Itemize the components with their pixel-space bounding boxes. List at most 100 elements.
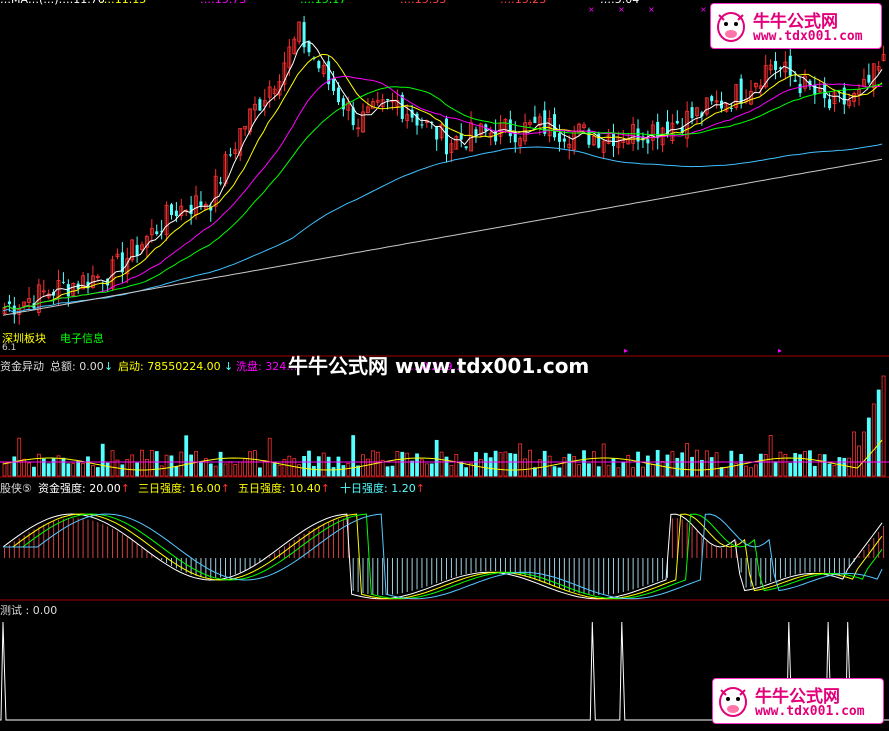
fund-bar xyxy=(336,456,341,477)
fund-bar xyxy=(46,463,51,477)
fund-bar xyxy=(803,451,807,477)
fund-bar xyxy=(76,460,81,477)
fund-bar xyxy=(174,466,179,477)
fund-bar xyxy=(483,452,488,477)
fund-bar xyxy=(32,466,36,477)
fund-bar xyxy=(699,459,704,477)
fund-bar xyxy=(238,461,243,477)
candle-body xyxy=(199,201,203,206)
fund-bar xyxy=(498,452,503,477)
fund-bar xyxy=(243,458,248,477)
candle-body xyxy=(533,116,537,124)
fund-bar xyxy=(233,464,238,477)
fund-bar xyxy=(606,464,611,477)
fund-bar xyxy=(27,462,31,477)
signal-arrow-marker: ▸ xyxy=(624,346,628,355)
fund-bar xyxy=(587,463,591,477)
candle-body xyxy=(788,55,792,76)
fund-bar xyxy=(199,461,203,477)
fund-total-label: 总额: 0.00 xyxy=(50,360,104,373)
fund-bar xyxy=(582,450,586,477)
fund-bar xyxy=(149,449,154,477)
fund-bar xyxy=(621,461,626,477)
corner-value: 6.1 xyxy=(2,343,17,353)
fund-bar xyxy=(518,443,523,477)
fund-bar xyxy=(331,467,336,477)
candle-body xyxy=(336,87,340,103)
up-arrow-icon: ↑ xyxy=(120,482,130,495)
fund-bar xyxy=(611,458,616,477)
fund-bar xyxy=(66,463,71,477)
fund-bar xyxy=(7,462,12,477)
fund-bar xyxy=(778,451,783,477)
fund-bar xyxy=(808,450,812,477)
fund-bar xyxy=(577,464,581,477)
candle-body xyxy=(258,99,262,111)
candle-body xyxy=(66,284,70,297)
candle-body xyxy=(61,281,65,283)
logo-url: www.tdx001.com xyxy=(755,704,865,719)
strength-item: 资金强度: 20.00↑ xyxy=(38,482,130,495)
candle-body xyxy=(690,107,694,119)
fund-bar xyxy=(454,454,459,477)
fund-bar xyxy=(680,452,685,477)
candle-body xyxy=(828,99,832,109)
fund-bar xyxy=(169,455,174,477)
fund-bar xyxy=(184,435,189,477)
fund-bar xyxy=(253,450,257,477)
fund-bar xyxy=(842,457,847,477)
fund-bar xyxy=(812,465,817,477)
fund-bar xyxy=(400,451,405,477)
fund-bar xyxy=(724,467,729,477)
fund-bar xyxy=(140,449,144,477)
fund-bar xyxy=(881,375,886,477)
strength-panel-title: 股侠⑤ xyxy=(0,482,32,495)
ma10-line xyxy=(2,53,883,310)
logo-watermark-top: 牛牛公式网 www.tdx001.com xyxy=(710,3,882,49)
fund-bar xyxy=(105,462,110,477)
fund-bar xyxy=(714,452,719,477)
ma20-line xyxy=(2,75,883,310)
candle-body xyxy=(135,244,139,256)
fund-bar xyxy=(95,467,100,477)
fund-bar xyxy=(218,451,223,477)
up-arrow-icon: ↑ xyxy=(320,482,330,495)
fund-bar xyxy=(154,451,159,477)
candle-body xyxy=(710,96,714,102)
candle-body xyxy=(867,74,871,83)
candle-body xyxy=(420,124,424,126)
fund-bar xyxy=(685,443,690,477)
fund-bar xyxy=(326,456,331,477)
test-panel-title: 测试 : 0.00 xyxy=(0,604,58,617)
fund-bar xyxy=(817,454,822,477)
candle-body xyxy=(155,231,159,235)
fund-bar xyxy=(773,461,778,477)
fund-bar xyxy=(876,389,881,477)
ma-legend-item: …:5.04 xyxy=(600,0,639,6)
candle-body xyxy=(174,210,178,217)
fund-bar xyxy=(164,454,169,477)
fund-bar xyxy=(832,464,837,477)
fund-bar xyxy=(71,463,76,477)
signal-x-marker: × xyxy=(618,5,625,14)
fund-bar xyxy=(223,463,228,477)
fund-bar xyxy=(709,457,714,477)
fund-bar xyxy=(852,431,857,477)
candle-body xyxy=(435,126,439,140)
fund-bar xyxy=(429,463,434,477)
candle-body xyxy=(611,133,615,146)
candle-body xyxy=(508,119,512,137)
fund-bar xyxy=(159,465,164,477)
strength-item: 五日强度: 10.40↑ xyxy=(238,482,330,495)
fund-bar xyxy=(36,453,41,477)
strength-line-3 xyxy=(3,513,883,600)
fund-bar xyxy=(12,456,17,477)
fund-bar xyxy=(837,457,842,477)
fund-bar xyxy=(262,460,267,477)
industry-label[interactable]: 电子信息 xyxy=(60,332,104,345)
fund-bar xyxy=(61,457,66,477)
fund-bar xyxy=(321,452,326,477)
candle-body xyxy=(386,99,390,101)
fund-bar xyxy=(704,450,709,477)
fund-bar xyxy=(695,449,699,477)
